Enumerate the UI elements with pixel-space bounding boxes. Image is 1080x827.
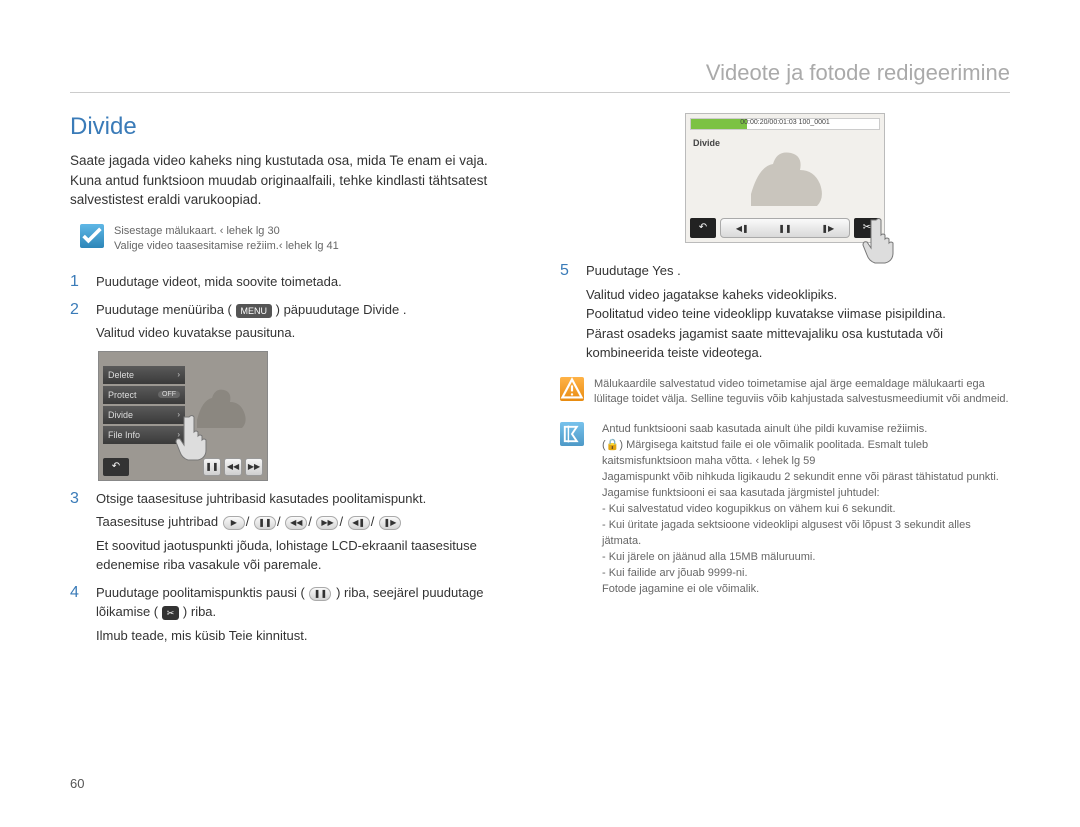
step-3: 3 Otsige taasesituse juhtribasid kasutad… bbox=[70, 489, 520, 575]
section-title: Divide bbox=[70, 113, 520, 141]
step-number: 5 bbox=[560, 262, 574, 363]
info-line: - Kui järele on jäänud alla 15MB mäluruu… bbox=[594, 550, 1010, 566]
two-column-layout: Divide Saate jagada video kaheks ning ku… bbox=[70, 113, 1010, 653]
pause-icon: ❚❚ bbox=[309, 587, 331, 601]
step-number: 1 bbox=[70, 273, 84, 292]
playback-toolbar: ↶ ◀❚ ❚❚ ❚▶ ✂ bbox=[690, 218, 880, 238]
step-3-sub-label: Taasesituse juhtribad bbox=[96, 514, 218, 529]
page-container: Videote ja fotode redigeerimine Divide S… bbox=[0, 0, 1080, 827]
info-line: Fotode jagamine ei ole võimalik. bbox=[594, 582, 1010, 598]
forward-icon: ▶▶ bbox=[316, 516, 338, 530]
step-body: Otsige taasesituse juhtribasid kasutades… bbox=[96, 489, 520, 575]
video-thumbnail-silhouette bbox=[187, 370, 257, 440]
scissors-icon: ✂ bbox=[162, 606, 180, 620]
step-3-text: Otsige taasesituse juhtribasid kasutades… bbox=[96, 491, 426, 506]
left-column: Divide Saate jagada video kaheks ning ku… bbox=[70, 113, 520, 653]
info-line: - Kui üritate jagada sektsioone videokli… bbox=[594, 518, 1010, 550]
note-icon bbox=[560, 422, 584, 446]
step-3-sub: Taasesituse juhtribad ▶/ ❚❚/ ◀◀/ ▶▶/ ◀❚/… bbox=[96, 512, 520, 532]
info-line: Antud funktsiooni saab kasutada ainult ü… bbox=[594, 422, 1010, 438]
step-2-sub: Valitud video kuvatakse pausituna. bbox=[96, 323, 406, 343]
frame-forward-icon: ❚▶ bbox=[379, 516, 401, 530]
playback-buttons: ◀❚ ❚❚ ❚▶ bbox=[720, 218, 850, 238]
off-pill: OFF bbox=[158, 391, 180, 398]
menu-item-protect: Protect OFF bbox=[103, 386, 185, 404]
frame-forward-icon: ❚▶ bbox=[821, 224, 834, 233]
back-button-icon: ↶ bbox=[690, 218, 716, 238]
menu-label: Delete bbox=[108, 370, 134, 380]
playback-toolbar: ❚❚ ◀◀ ▶▶ bbox=[203, 458, 263, 476]
step-number: 3 bbox=[70, 490, 84, 575]
step-body: Puudutage videot, mida soovite toimetada… bbox=[96, 272, 342, 292]
pause-icon: ❚❚ bbox=[203, 458, 221, 476]
check-icon bbox=[80, 224, 104, 248]
step-3-sub-2: Et soovitud jaotuspunkti jõuda, lohistag… bbox=[96, 536, 520, 575]
chevron-right-icon: › bbox=[177, 430, 180, 439]
intro-paragraph: Saate jagada video kaheks ning kustutada… bbox=[70, 151, 520, 210]
prereq-line-1: Sisestage mälukaart. ‹ lehek lg 30 bbox=[114, 225, 280, 237]
warning-text: Mälukaardile salvestatud video toimetami… bbox=[594, 377, 1010, 409]
back-button-icon: ↶ bbox=[103, 458, 129, 476]
pause-icon: ❚❚ bbox=[254, 516, 276, 530]
info-line: Jagamispunkt võib nihkuda ligikaudu 2 se… bbox=[594, 470, 1010, 486]
prereq-line-2: Valige video taasesitamise režiim.‹ lehe… bbox=[114, 240, 339, 252]
video-mode-label: Divide bbox=[693, 138, 720, 148]
rewind-icon: ◀◀ bbox=[285, 516, 307, 530]
info-line: - Kui salvestatud video kogupikkus on vä… bbox=[594, 502, 1010, 518]
info-line: (🔒) Märgisega kaitstud faile ei ole võim… bbox=[594, 438, 1010, 470]
page-number: 60 bbox=[70, 776, 84, 791]
scissors-icon: ✂ bbox=[854, 218, 880, 238]
prerequisite-block: Sisestage mälukaart. ‹ lehek lg 30 Valig… bbox=[80, 224, 520, 255]
chapter-title: Videote ja fotode redigeerimine bbox=[70, 60, 1010, 93]
info-line: Jagamise funktsiooni ei saa kasutada jär… bbox=[594, 486, 1010, 502]
menu-label: Divide bbox=[108, 410, 133, 420]
video-player-screenshot: 00:00:20/00:01:03 100_0001 Divide ↶ ◀❚ ❚… bbox=[685, 113, 885, 243]
step-4: 4 Puudutage poolitamispunktis pausi ( ❚❚… bbox=[70, 583, 520, 646]
menu-list: Delete › Protect OFF Divide › File Info … bbox=[103, 366, 185, 446]
pause-icon: ❚❚ bbox=[778, 224, 791, 233]
step-4-a: Puudutage poolitamispunktis pausi ( bbox=[96, 585, 305, 600]
rewind-icon: ◀◀ bbox=[224, 458, 242, 476]
video-thumbnail-silhouette bbox=[736, 139, 856, 209]
step-2-part-b: ) päpuudutage Divide . bbox=[276, 302, 407, 317]
menu-item-divide: Divide › bbox=[103, 406, 185, 424]
step-number: 4 bbox=[70, 584, 84, 646]
frame-back-icon: ◀❚ bbox=[736, 224, 749, 233]
video-time-info: 00:00:20/00:01:03 100_0001 bbox=[740, 119, 830, 126]
step-1: 1 Puudutage videot, mida soovite toimeta… bbox=[70, 272, 520, 292]
warning-icon bbox=[560, 377, 584, 401]
menu-label: File Info bbox=[108, 430, 140, 440]
menu-item-delete: Delete › bbox=[103, 366, 185, 384]
step-body: Puudutage Yes . Valitud video jagatakse … bbox=[586, 261, 1010, 363]
play-icon: ▶ bbox=[223, 516, 245, 530]
step-body: Puudutage menüüriba ( MENU ) päpuudutage… bbox=[96, 300, 406, 343]
menu-icon: MENU bbox=[236, 304, 273, 318]
step-4-sub: Ilmub teade, mis küsib Teie kinnitust. bbox=[96, 626, 520, 646]
info-line: - Kui failide arv jõuab 9999-ni. bbox=[594, 566, 1010, 582]
menu-label: Protect bbox=[108, 390, 137, 400]
step-5-sub: Valitud video jagatakse kaheks videoklip… bbox=[586, 285, 1010, 363]
chevron-right-icon: › bbox=[177, 370, 180, 379]
step-5: 5 Puudutage Yes . Valitud video jagataks… bbox=[560, 261, 1010, 363]
menu-screenshot: Delete › Protect OFF Divide › File Info … bbox=[98, 351, 268, 481]
right-column: 00:00:20/00:01:03 100_0001 Divide ↶ ◀❚ ❚… bbox=[560, 113, 1010, 653]
step-2-part-a: Puudutage menüüriba ( bbox=[96, 302, 232, 317]
chevron-right-icon: › bbox=[177, 410, 180, 419]
step-2: 2 Puudutage menüüriba ( MENU ) päpuuduta… bbox=[70, 300, 520, 343]
step-5-text: Puudutage Yes . bbox=[586, 263, 681, 278]
warning-note: Mälukaardile salvestatud video toimetami… bbox=[560, 377, 1010, 409]
info-note: Antud funktsiooni saab kasutada ainult ü… bbox=[560, 422, 1010, 597]
forward-icon: ▶▶ bbox=[245, 458, 263, 476]
frame-back-icon: ◀❚ bbox=[348, 516, 370, 530]
menu-item-file-info: File Info › bbox=[103, 426, 185, 444]
prereq-text: Sisestage mälukaart. ‹ lehek lg 30 Valig… bbox=[114, 224, 339, 255]
step-4-c: ) riba. bbox=[183, 604, 216, 619]
step-number: 2 bbox=[70, 301, 84, 343]
step-body: Puudutage poolitamispunktis pausi ( ❚❚ )… bbox=[96, 583, 520, 646]
info-text: Antud funktsiooni saab kasutada ainult ü… bbox=[594, 422, 1010, 597]
